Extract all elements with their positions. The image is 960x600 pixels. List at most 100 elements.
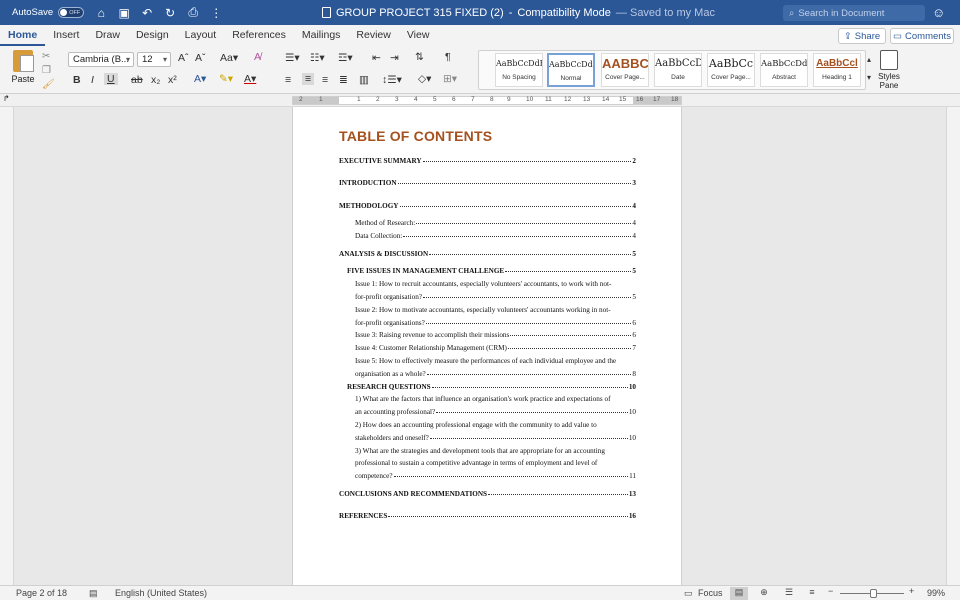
bullets-icon[interactable]: ☰▾ bbox=[285, 52, 300, 64]
toc-entry[interactable]: INTRODUCTION 3 bbox=[339, 179, 636, 187]
toc-entry[interactable]: Issue 2: How to motivate accountants, es… bbox=[355, 306, 636, 314]
toc-entry[interactable]: Issue 1: How to recruit accountants, esp… bbox=[355, 280, 636, 288]
page-count[interactable]: Page 2 of 18 bbox=[16, 588, 67, 598]
undo-icon[interactable]: ↶ bbox=[140, 6, 154, 20]
document-canvas[interactable]: TABLE OF CONTENTS EXECUTIVE SUMMARY 2 INTR… bbox=[0, 107, 960, 585]
bold-icon[interactable]: B bbox=[73, 74, 81, 86]
print-icon[interactable]: ⎙ bbox=[186, 5, 200, 20]
tab-layout[interactable]: Layout bbox=[177, 25, 225, 46]
toc-entry[interactable]: Issue 4: Customer Relationship Managemen… bbox=[355, 344, 636, 352]
format-painter-icon[interactable]: 🖌 bbox=[42, 78, 55, 92]
language-status[interactable]: English (United States) bbox=[115, 588, 207, 598]
web-layout-view-icon[interactable]: ⊕ bbox=[755, 587, 773, 600]
customize-toolbar-icon[interactable]: ⋮ bbox=[209, 6, 223, 20]
font-size-select[interactable]: 12 bbox=[137, 52, 171, 67]
focus-button[interactable]: Focus bbox=[698, 588, 723, 598]
toc-entry[interactable]: an accounting professional? 10 bbox=[355, 408, 636, 416]
toc-entry[interactable]: 3) What are the strategies and developme… bbox=[355, 447, 636, 455]
columns-icon[interactable]: ▥ bbox=[359, 74, 369, 86]
gallery-down-icon[interactable]: ▾ bbox=[867, 73, 871, 82]
increase-indent-icon[interactable]: ⇥ bbox=[390, 52, 399, 64]
document-page[interactable]: TABLE OF CONTENTS EXECUTIVE SUMMARY 2 INTR… bbox=[292, 107, 682, 585]
italic-icon[interactable]: I bbox=[91, 74, 94, 86]
focus-icon[interactable]: ▭ bbox=[684, 588, 693, 599]
toc-entry[interactable]: Issue 3: Raising revenue to accomplish t… bbox=[355, 331, 636, 339]
toc-entry[interactable]: professional to sustain a competitive ad… bbox=[355, 459, 636, 467]
zoom-slider-handle[interactable] bbox=[870, 589, 877, 598]
outline-view-icon[interactable]: ☰ bbox=[780, 587, 798, 600]
autosave-control[interactable]: AutoSave OFF bbox=[12, 7, 85, 18]
toc-entry[interactable]: for-profit organisations? 6 bbox=[355, 319, 636, 327]
zoom-out-icon[interactable]: − bbox=[828, 586, 833, 596]
feedback-smiley-icon[interactable]: ☺ bbox=[932, 5, 945, 20]
toc-entry[interactable]: METHODOLOGY 4 bbox=[339, 202, 636, 210]
shading-icon[interactable]: ◇▾ bbox=[418, 73, 431, 85]
search-document-input[interactable]: ⌕ Search in Document bbox=[783, 5, 925, 21]
show-formatting-icon[interactable]: ¶ bbox=[445, 51, 451, 63]
toc-entry[interactable]: stakeholders and oneself? 10 bbox=[355, 434, 636, 442]
align-left-icon[interactable]: ≡ bbox=[285, 74, 291, 86]
style-cover-page-2[interactable]: AaBbCc Cover Page... bbox=[707, 53, 755, 87]
toc-entry[interactable]: competence? 11 bbox=[355, 472, 636, 480]
tab-view[interactable]: View bbox=[399, 25, 438, 46]
style-no-spacing[interactable]: AaBbCcDdEe No Spacing bbox=[495, 53, 543, 87]
toc-entry[interactable]: 1) What are the factors that influence a… bbox=[355, 395, 636, 403]
style-cover-page-1[interactable]: AABBC Cover Page... bbox=[601, 53, 649, 87]
align-center-icon[interactable]: ≡ bbox=[302, 73, 315, 85]
comments-button[interactable]: ▭ Comments bbox=[890, 28, 954, 44]
align-right-icon[interactable]: ≡ bbox=[322, 74, 328, 86]
toc-entry[interactable]: organisation as a whole? 8 bbox=[355, 370, 636, 378]
horizontal-ruler[interactable]: 2 1 1 2 3 4 5 6 7 8 9 10 11 12 13 14 15 … bbox=[292, 96, 682, 105]
paste-button[interactable]: Paste bbox=[10, 50, 36, 84]
tab-insert[interactable]: Insert bbox=[45, 25, 87, 46]
style-normal[interactable]: AaBbCcDdEe Normal bbox=[547, 53, 595, 87]
tab-mailings[interactable]: Mailings bbox=[294, 25, 349, 46]
borders-icon[interactable]: ⊞▾ bbox=[443, 73, 457, 85]
subscript-icon[interactable]: x₂ bbox=[151, 74, 160, 86]
cut-icon[interactable]: ✂ bbox=[42, 50, 55, 64]
tab-references[interactable]: References bbox=[224, 25, 294, 46]
share-button[interactable]: ⇪ Share bbox=[838, 28, 886, 44]
toc-entry[interactable]: Method of Research: 4 bbox=[355, 219, 636, 227]
toc-entry[interactable]: Data Collection: 4 bbox=[355, 232, 636, 240]
toc-entry[interactable]: RESEARCH QUESTIONS 10 bbox=[347, 383, 636, 391]
tab-review[interactable]: Review bbox=[348, 25, 398, 46]
highlight-icon[interactable]: ✎▾ bbox=[219, 73, 233, 85]
justify-icon[interactable]: ≣ bbox=[339, 74, 348, 86]
styles-pane-button[interactable]: Styles Pane bbox=[874, 50, 904, 90]
clear-formatting-icon[interactable]: A̸ bbox=[254, 51, 261, 63]
toc-entry[interactable]: for-profit organisation? 5 bbox=[355, 293, 636, 301]
autosave-toggle[interactable]: OFF bbox=[58, 7, 85, 18]
toc-entry[interactable]: ANALYSIS & DISCUSSION 5 bbox=[339, 250, 636, 258]
tab-selector-icon[interactable]: ↱ bbox=[3, 94, 10, 103]
tab-design[interactable]: Design bbox=[128, 25, 177, 46]
superscript-icon[interactable]: x² bbox=[168, 74, 177, 86]
underline-icon[interactable]: U bbox=[104, 73, 118, 85]
style-date[interactable]: AaBbCcD Date bbox=[654, 53, 702, 87]
toc-entry[interactable]: Issue 5: How to effectively measure the … bbox=[355, 357, 636, 365]
line-spacing-icon[interactable]: ↕☰▾ bbox=[382, 74, 402, 86]
sort-icon[interactable]: ⇅ bbox=[415, 51, 424, 63]
style-heading-1[interactable]: AaBbCcl Heading 1 bbox=[813, 53, 861, 87]
numbering-icon[interactable]: ☷▾ bbox=[310, 52, 325, 64]
toc-entry[interactable]: 2) How does an accounting professional e… bbox=[355, 421, 636, 429]
text-effects-icon[interactable]: A▾ bbox=[194, 73, 206, 85]
toc-entry[interactable]: CONCLUSIONS AND RECOMMENDATIONS 13 bbox=[339, 490, 636, 498]
grow-font-icon[interactable]: Aˆ bbox=[178, 52, 189, 64]
tab-home[interactable]: Home bbox=[0, 25, 46, 46]
draft-view-icon[interactable]: ≡ bbox=[803, 587, 821, 600]
copy-icon[interactable]: ❐ bbox=[42, 64, 55, 78]
home-icon[interactable]: ⌂ bbox=[94, 6, 108, 20]
save-icon[interactable]: ▣ bbox=[117, 6, 131, 20]
proofing-icon[interactable]: ▤ bbox=[89, 588, 98, 599]
redo-icon[interactable]: ↻ bbox=[163, 6, 177, 20]
print-layout-view-icon[interactable]: ▤ bbox=[730, 587, 748, 600]
toc-entry[interactable]: FIVE ISSUES IN MANAGEMENT CHALLENGE 5 bbox=[347, 267, 636, 275]
shrink-font-icon[interactable]: Aˇ bbox=[195, 52, 206, 64]
gallery-up-icon[interactable]: ▴ bbox=[867, 55, 871, 64]
zoom-level[interactable]: 99% bbox=[927, 588, 945, 598]
multilevel-list-icon[interactable]: ☲▾ bbox=[338, 52, 353, 64]
style-abstract[interactable]: AaBbCcDdE Abstract bbox=[760, 53, 808, 87]
font-color-icon[interactable]: A▾ bbox=[244, 73, 256, 85]
tab-draw[interactable]: Draw bbox=[87, 25, 128, 46]
